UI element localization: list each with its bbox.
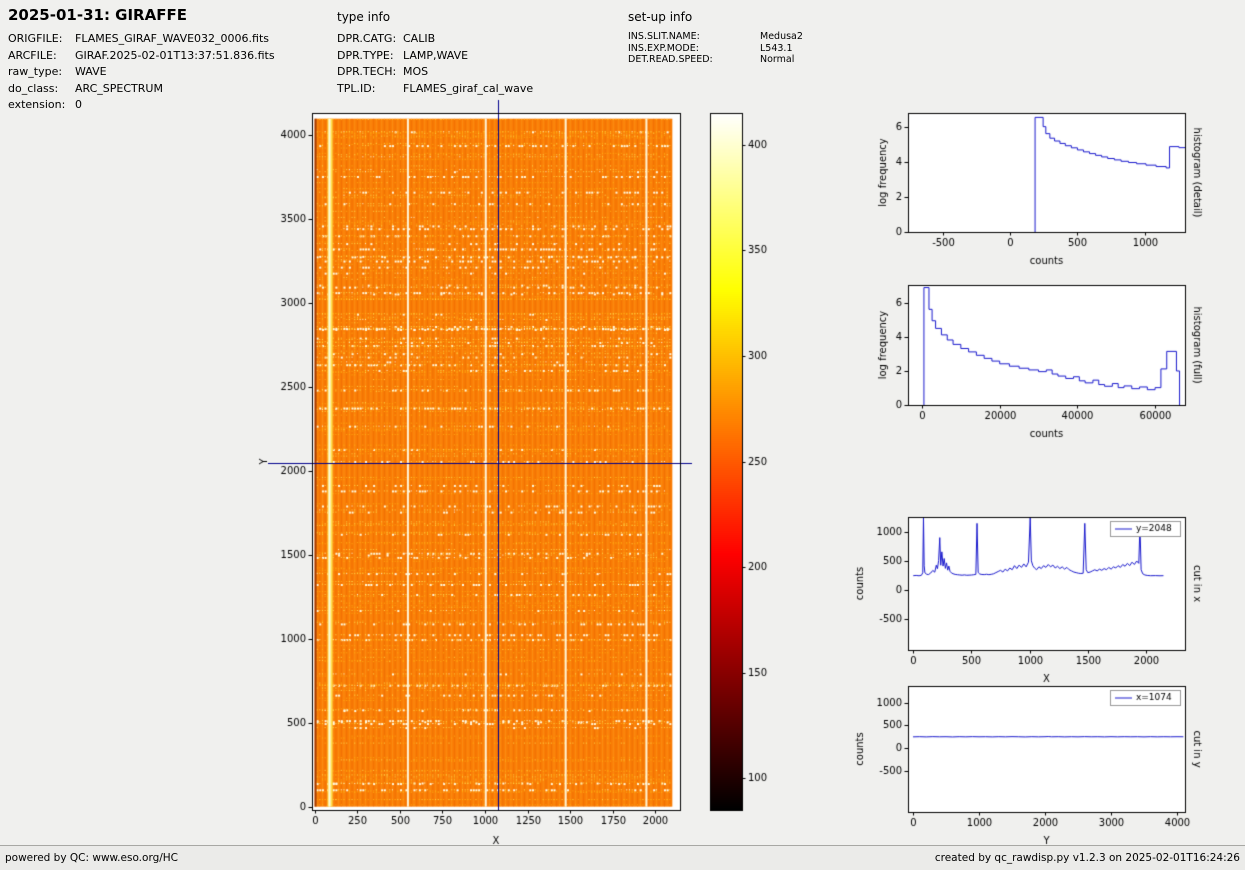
meta-row: extension: 0 — [8, 97, 275, 114]
meta-label: DPR.TYPE: — [337, 48, 394, 62]
meta-row: DPR.TECH: MOS — [337, 64, 533, 81]
type-info-heading: type info — [337, 10, 391, 24]
footer-right-text: created by qc_rawdisp.py v1.2.3 on 2025-… — [934, 852, 1240, 864]
meta-label: DPR.TECH: — [337, 65, 397, 78]
meta-row: ARCFILE: GIRAF.2025-02-01T13:37:51.836.fi… — [8, 48, 275, 65]
cut-in-y-plot — [845, 668, 1245, 868]
meta-value: CALIB — [403, 32, 436, 45]
meta-label: ORIGFILE: — [8, 32, 63, 45]
meta-label: extension: — [8, 98, 66, 111]
meta-label: DPR.CATG: — [337, 32, 397, 45]
type-info-block: DPR.CATG: CALIB DPR.TYPE: LAMP,WAVE DPR.TE… — [337, 31, 533, 97]
meta-value: LAMP,WAVE — [403, 48, 469, 62]
cut-in-x-plot — [845, 499, 1245, 691]
meta-label: do_class: — [8, 81, 59, 95]
meta-label: INS.EXP.MODE: — [628, 42, 699, 54]
meta-value: 0 — [75, 98, 82, 111]
histogram-full-plot — [845, 267, 1245, 447]
meta-value: GIRAF.2025-02-01T13:37:51.836.fits — [75, 48, 275, 62]
histogram-detail-plot — [845, 95, 1245, 275]
setup-info-heading: set-up info — [628, 10, 693, 24]
meta-label: INS.SLIT.NAME: — [628, 31, 700, 42]
file-info-block: ORIGFILE: FLAMES_GIRAF_WAVE032_0006.fits … — [8, 31, 275, 114]
colorbar — [700, 95, 795, 860]
meta-row: DET.READ.SPEED: Normal — [628, 54, 803, 66]
qc-report-page: 2025-01-31: GIRAFFE type info set-up inf… — [0, 0, 1245, 870]
meta-value: Normal — [760, 54, 795, 65]
meta-row: DPR.TYPE: LAMP,WAVE — [337, 48, 533, 65]
meta-row: INS.EXP.MODE: L543.1 — [628, 43, 803, 55]
page-title: 2025-01-31: GIRAFFE — [8, 6, 187, 24]
meta-value: L543.1 — [760, 42, 793, 54]
meta-value: MOS — [403, 65, 429, 78]
footer-left-text: powered by QC: www.eso.org/HC — [5, 852, 179, 864]
meta-value: ARC_SPECTRUM — [75, 81, 163, 95]
meta-row: ORIGFILE: FLAMES_GIRAF_WAVE032_0006.fits — [8, 31, 275, 48]
setup-info-block: INS.SLIT.NAME: Medusa2 INS.EXP.MODE: L543.… — [628, 31, 803, 66]
meta-value: Medusa2 — [760, 31, 803, 42]
meta-label: DET.READ.SPEED: — [628, 54, 713, 65]
raw-image-plot — [250, 95, 710, 860]
meta-row: do_class: ARC_SPECTRUM — [8, 81, 275, 98]
meta-value: FLAMES_GIRAF_WAVE032_0006.fits — [75, 32, 270, 45]
meta-value: WAVE — [75, 65, 107, 78]
meta-row: INS.SLIT.NAME: Medusa2 — [628, 31, 803, 43]
meta-label: raw_type: — [8, 65, 63, 78]
meta-label: ARCFILE: — [8, 48, 57, 62]
meta-row: raw_type: WAVE — [8, 64, 275, 81]
footer: powered by QC: www.eso.org/HC created by… — [0, 845, 1245, 870]
meta-row: DPR.CATG: CALIB — [337, 31, 533, 48]
